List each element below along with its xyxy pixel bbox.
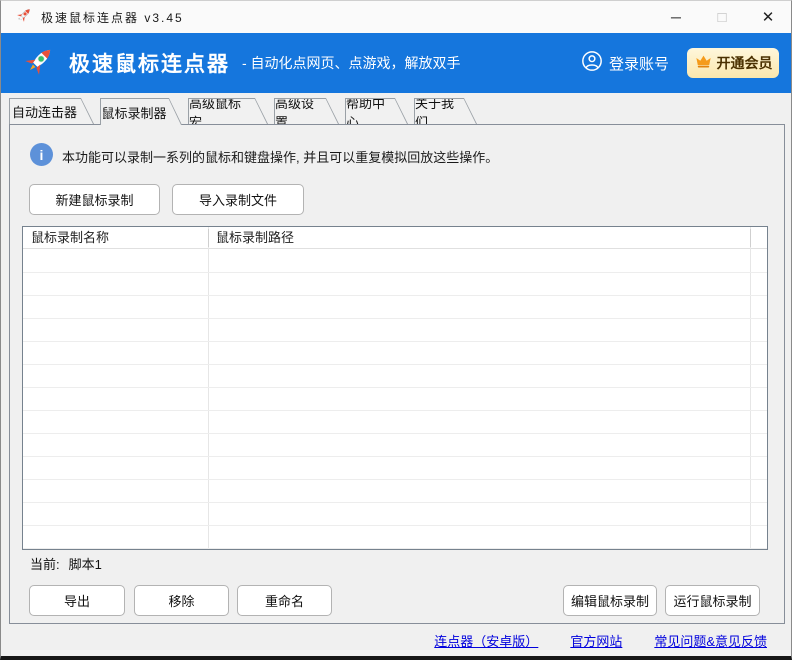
window-controls: ─ □ ✕ (653, 1, 791, 33)
app-tagline: - 自动化点网页、点游戏，解放双手 (242, 53, 461, 73)
tab-help-center[interactable]: 帮助中心 (345, 98, 408, 124)
new-recording-button[interactable]: 新建鼠标录制 (29, 184, 160, 215)
tab-advanced-settings[interactable]: 高级设置 (274, 98, 339, 124)
table-header: 鼠标录制名称 鼠标录制路径 (23, 227, 767, 249)
minimize-button[interactable]: ─ (653, 1, 699, 33)
app-window: 极速鼠标连点器 v3.45 ─ □ ✕ 极速鼠标连点器 - 自动化点网页、点游戏… (0, 0, 792, 660)
run-recording-button[interactable]: 运行鼠标录制 (665, 585, 760, 616)
column-header-path[interactable]: 鼠标录制路径 (216, 227, 294, 249)
close-button[interactable]: ✕ (745, 1, 791, 33)
rocket-app-icon (15, 6, 33, 29)
footer: 连点器（安卓版） 官方网站 常见问题&意见反馈 (1, 624, 791, 657)
link-faq-feedback[interactable]: 常见问题&意见反馈 (654, 631, 767, 650)
column-header-name[interactable]: 鼠标录制名称 (31, 227, 109, 249)
tab-about-us[interactable]: 关于我们 (414, 98, 477, 124)
info-text: 本功能可以录制一系列的鼠标和键盘操作, 并且可以重复模拟回放这些操作。 (62, 147, 498, 166)
tab-advanced-macro[interactable]: 高级鼠标宏 (188, 98, 268, 124)
recordings-table: 鼠标录制名称 鼠标录制路径 (22, 226, 768, 550)
info-icon: i (30, 143, 53, 166)
current-label: 当前: (30, 554, 60, 573)
login-label: 登录账号 (609, 53, 669, 74)
tab-bar: 自动连击器 鼠标录制器 高级鼠标宏 高级设置 帮助中心 关于我们 (1, 98, 791, 124)
current-value: 脚本1 (69, 554, 102, 573)
link-android-clicker[interactable]: 连点器（安卓版） (434, 631, 538, 650)
app-header: 极速鼠标连点器 - 自动化点网页、点游戏，解放双手 登录账号 开通会员 (1, 33, 791, 93)
open-vip-button[interactable]: 开通会员 (687, 48, 779, 78)
current-script-status: 当前: 脚本1 (30, 554, 102, 573)
edit-recording-button[interactable]: 编辑鼠标录制 (563, 585, 657, 616)
table-body-empty (23, 250, 767, 549)
vip-label: 开通会员 (717, 53, 773, 73)
title-bar: 极速鼠标连点器 v3.45 ─ □ ✕ (1, 1, 791, 33)
link-official-site[interactable]: 官方网站 (570, 631, 622, 650)
window-title: 极速鼠标连点器 v3.45 (41, 9, 184, 26)
app-name: 极速鼠标连点器 (69, 48, 230, 78)
remove-button[interactable]: 移除 (134, 585, 229, 616)
tab-auto-clicker[interactable]: 自动连击器 (9, 98, 94, 124)
export-button[interactable]: 导出 (29, 585, 125, 616)
rocket-logo-icon (21, 43, 57, 84)
crown-icon (694, 52, 713, 74)
login-account[interactable]: 登录账号 (581, 50, 669, 76)
import-file-button[interactable]: 导入录制文件 (172, 184, 304, 215)
maximize-button[interactable]: □ (699, 1, 745, 33)
rename-button[interactable]: 重命名 (237, 585, 332, 616)
user-circle-icon (581, 50, 603, 76)
tab-mouse-recorder[interactable]: 鼠标录制器 (100, 98, 182, 125)
recorder-panel: i 本功能可以录制一系列的鼠标和键盘操作, 并且可以重复模拟回放这些操作。 新建… (9, 124, 785, 624)
